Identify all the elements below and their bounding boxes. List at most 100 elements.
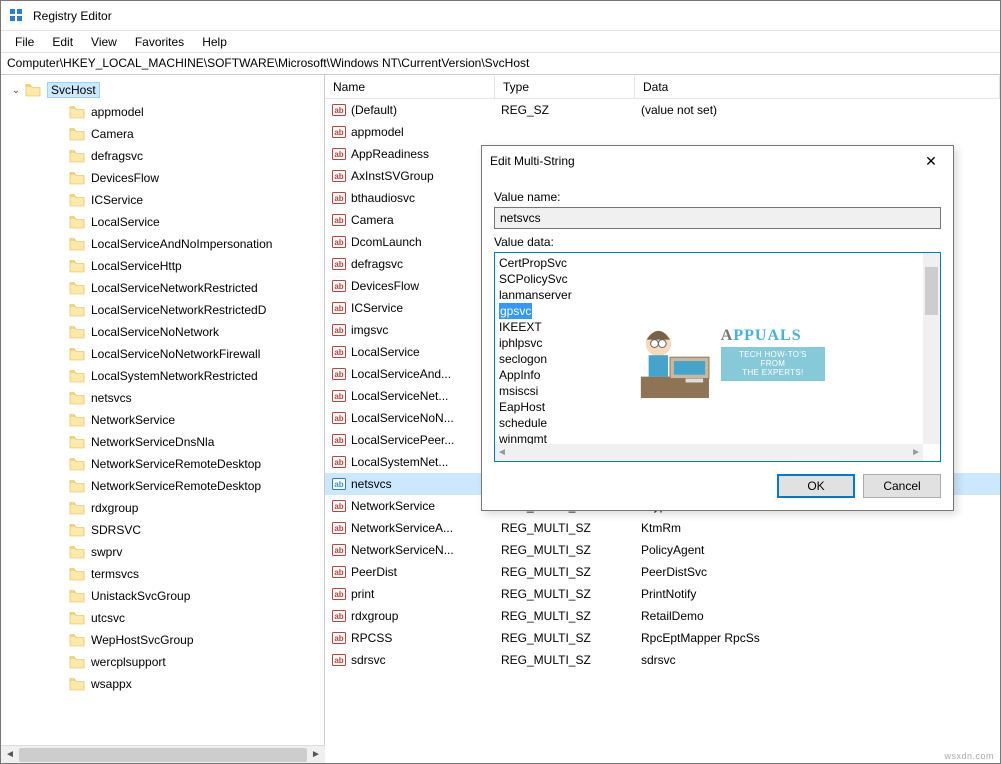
value-data-line[interactable]: IKEEXT — [499, 319, 919, 335]
tree-item[interactable]: LocalServiceNoNetworkFirewall — [1, 343, 324, 365]
reg-value-icon: ab — [331, 300, 347, 316]
dialog-hscrollbar[interactable]: ◄ ► — [495, 444, 923, 461]
scroll-left-icon[interactable]: ◄ — [3, 749, 17, 760]
tree-item[interactable]: DevicesFlow — [1, 167, 324, 189]
value-data-line[interactable]: schedule — [499, 415, 919, 431]
scroll-thumb[interactable] — [19, 748, 307, 762]
list-row[interactable]: abPeerDistREG_MULTI_SZPeerDistSvc — [325, 561, 1000, 583]
folder-icon — [69, 325, 85, 339]
tree-item[interactable]: WepHostSvcGroup — [1, 629, 324, 651]
list-row[interactable]: abNetworkServiceA...REG_MULTI_SZKtmRm — [325, 517, 1000, 539]
reg-value-icon: ab — [331, 542, 347, 558]
tree-item[interactable]: NetworkService — [1, 409, 324, 431]
value-data-line[interactable]: EapHost — [499, 399, 919, 415]
cell-type: REG_MULTI_SZ — [495, 543, 635, 557]
value-name-field[interactable] — [494, 207, 941, 229]
cancel-button[interactable]: Cancel — [863, 474, 941, 498]
reg-value-icon: ab — [331, 344, 347, 360]
tree-hscrollbar[interactable]: ◄ ► — [1, 745, 325, 763]
tree-item[interactable]: netsvcs — [1, 387, 324, 409]
tree-item[interactable]: ICService — [1, 189, 324, 211]
chevron-left-icon[interactable]: ◄ — [497, 447, 507, 458]
cell-name: ab(Default) — [325, 102, 495, 118]
list-row[interactable]: absdrsvcREG_MULTI_SZsdrsvc — [325, 649, 1000, 671]
tree-item-label: LocalServiceNoNetworkFirewall — [91, 347, 260, 361]
tree-item-label: defragsvc — [91, 149, 143, 163]
menu-favorites[interactable]: Favorites — [127, 33, 192, 51]
reg-value-icon: ab — [331, 190, 347, 206]
tree-item[interactable]: NetworkServiceDnsNla — [1, 431, 324, 453]
tree-item[interactable]: LocalServiceNetworkRestrictedD — [1, 299, 324, 321]
tree-item-label: LocalSystemNetworkRestricted — [91, 369, 258, 383]
ok-button[interactable]: OK — [777, 474, 855, 498]
svg-text:ab: ab — [334, 260, 343, 269]
svg-text:ab: ab — [334, 502, 343, 511]
list-row[interactable]: abNetworkServiceN...REG_MULTI_SZPolicyAg… — [325, 539, 1000, 561]
regedit-icon — [9, 8, 25, 24]
svg-text:ab: ab — [334, 304, 343, 313]
dialog-titlebar[interactable]: Edit Multi-String ✕ — [482, 146, 953, 176]
tree-item[interactable]: Camera — [1, 123, 324, 145]
menu-edit[interactable]: Edit — [44, 33, 81, 51]
close-icon[interactable]: ✕ — [917, 153, 945, 170]
tree-item[interactable]: LocalService — [1, 211, 324, 233]
list-row[interactable]: abrdxgroupREG_MULTI_SZRetailDemo — [325, 605, 1000, 627]
chevron-down-icon[interactable]: ⌄ — [9, 85, 23, 96]
value-data-line[interactable]: winmgmt — [499, 431, 919, 444]
tree-item[interactable]: NetworkServiceRemoteDesktop — [1, 453, 324, 475]
reg-value-icon: ab — [331, 256, 347, 272]
svg-text:ab: ab — [334, 590, 343, 599]
menu-view[interactable]: View — [83, 33, 125, 51]
tree-item[interactable]: termsvcs — [1, 563, 324, 585]
tree-item[interactable]: LocalServiceHttp — [1, 255, 324, 277]
tree-item[interactable]: utcsvc — [1, 607, 324, 629]
col-header-name[interactable]: Name — [325, 76, 495, 98]
folder-icon — [69, 611, 85, 625]
value-data-line[interactable]: CertPropSvc — [499, 255, 919, 271]
value-data-line[interactable]: lanmanserver — [499, 287, 919, 303]
value-data-line[interactable]: gpsvc — [499, 303, 532, 319]
list-row[interactable]: abappmodel — [325, 121, 1000, 143]
tree-item[interactable]: wsappx — [1, 673, 324, 695]
cell-name: abAppReadiness — [325, 146, 495, 162]
col-header-type[interactable]: Type — [495, 76, 635, 98]
tree-item[interactable]: wercplsupport — [1, 651, 324, 673]
dialog-vscrollbar[interactable] — [923, 253, 940, 444]
tree-item[interactable]: NetworkServiceRemoteDesktop — [1, 475, 324, 497]
cell-name: abimgsvc — [325, 322, 495, 338]
chevron-right-icon[interactable]: ► — [911, 447, 921, 458]
reg-value-icon: ab — [331, 432, 347, 448]
tree-item[interactable]: defragsvc — [1, 145, 324, 167]
menu-file[interactable]: File — [7, 33, 42, 51]
value-data-line[interactable]: SCPolicySvc — [499, 271, 919, 287]
tree-item[interactable]: UnistackSvcGroup — [1, 585, 324, 607]
col-header-data[interactable]: Data — [635, 76, 1000, 98]
value-data-line[interactable]: msiscsi — [499, 383, 919, 399]
value-data-line[interactable]: AppInfo — [499, 367, 919, 383]
tree-item[interactable]: SDRSVC — [1, 519, 324, 541]
tree-item-selected[interactable]: ⌄SvcHost — [1, 79, 324, 101]
tree-item[interactable]: LocalServiceNetworkRestricted — [1, 277, 324, 299]
tree-item[interactable]: LocalServiceNoNetwork — [1, 321, 324, 343]
list-row[interactable]: abRPCSSREG_MULTI_SZRpcEptMapper RpcSs — [325, 627, 1000, 649]
tree-item[interactable]: appmodel — [1, 101, 324, 123]
tree-item[interactable]: LocalServiceAndNoImpersonation — [1, 233, 324, 255]
folder-icon — [25, 83, 41, 97]
list-row[interactable]: ab(Default)REG_SZ(value not set) — [325, 99, 1000, 121]
address-bar[interactable]: Computer\HKEY_LOCAL_MACHINE\SOFTWARE\Mic… — [1, 53, 1000, 75]
list-row[interactable]: abprintREG_MULTI_SZPrintNotify — [325, 583, 1000, 605]
scroll-right-icon[interactable]: ► — [309, 749, 323, 760]
value-data-field[interactable]: CertPropSvcSCPolicySvclanmanservergpsvcI… — [494, 252, 941, 462]
svg-text:ab: ab — [334, 436, 343, 445]
cell-name: abLocalServicePeer... — [325, 432, 495, 448]
value-data-line[interactable]: iphlpsvc — [499, 335, 919, 351]
tree-item[interactable]: rdxgroup — [1, 497, 324, 519]
titlebar: Registry Editor — [1, 1, 1000, 31]
tree-pane[interactable]: ⌄SvcHostappmodelCamera defragsvc DevicesFl… — [1, 75, 325, 745]
tree-item-label: LocalServiceNetworkRestrictedD — [91, 303, 266, 317]
tree-item[interactable]: swprv — [1, 541, 324, 563]
tree-item[interactable]: LocalSystemNetworkRestricted — [1, 365, 324, 387]
tree-item-label: SDRSVC — [91, 523, 141, 537]
menu-help[interactable]: Help — [194, 33, 235, 51]
value-data-line[interactable]: seclogon — [499, 351, 919, 367]
